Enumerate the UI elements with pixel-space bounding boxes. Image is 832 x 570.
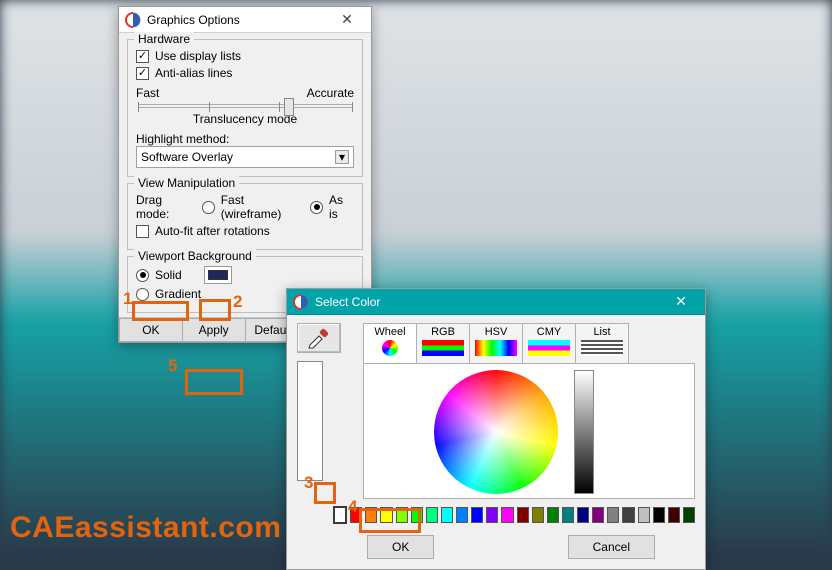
callout-2: 2: [233, 292, 242, 312]
callout-4: 4: [348, 497, 357, 517]
tab-list[interactable]: List: [575, 323, 629, 363]
abaqus-icon: [293, 294, 309, 310]
list-icon: [581, 340, 623, 356]
tab-cmy[interactable]: CMY: [522, 323, 576, 363]
accurate-label: Accurate: [307, 86, 354, 100]
solid-label: Solid: [155, 268, 182, 282]
color-wheel[interactable]: [434, 370, 558, 494]
chevron-down-icon: ▾: [335, 150, 349, 164]
callout-5: 5: [168, 356, 177, 376]
swatch[interactable]: [333, 506, 347, 524]
drag-fast-radio[interactable]: [202, 201, 215, 214]
tab-hsv[interactable]: HSV: [469, 323, 523, 363]
swatch[interactable]: [592, 507, 604, 523]
tab-rgb[interactable]: RGB: [416, 323, 470, 363]
close-icon[interactable]: ✕: [663, 292, 699, 312]
use-display-lists-label: Use display lists: [155, 49, 241, 63]
value-bar[interactable]: [574, 370, 594, 494]
swatch[interactable]: [532, 507, 544, 523]
select-color-cancel-button[interactable]: Cancel: [568, 535, 655, 559]
select-color-titlebar: Select Color ✕: [287, 289, 705, 315]
autofit-checkbox[interactable]: [136, 225, 149, 238]
gradient-radio[interactable]: [136, 288, 149, 301]
swatch[interactable]: [441, 507, 453, 523]
color-preview: [297, 361, 323, 481]
solid-color-button[interactable]: [204, 266, 232, 284]
fast-label: Fast: [136, 86, 159, 100]
swatch[interactable]: [501, 507, 513, 523]
callout-1: 1: [123, 289, 132, 309]
hardware-legend: Hardware: [134, 32, 194, 46]
swatch[interactable]: [426, 507, 438, 523]
drag-fast-label: Fast (wireframe): [221, 193, 305, 221]
translucency-slider[interactable]: [138, 104, 352, 108]
abaqus-icon: [125, 12, 141, 28]
anti-alias-checkbox[interactable]: [136, 67, 149, 80]
swatch[interactable]: [653, 507, 665, 523]
swatch[interactable]: [607, 507, 619, 523]
swatch[interactable]: [517, 507, 529, 523]
select-color-window: Select Color ✕ Wheel RGB HSV: [286, 288, 706, 570]
select-color-ok-button[interactable]: OK: [367, 535, 434, 559]
anti-alias-label: Anti-alias lines: [155, 66, 232, 80]
hardware-group: Hardware Use display lists Anti-alias li…: [127, 39, 363, 177]
wheel-panel: [363, 363, 695, 499]
tab-wheel[interactable]: Wheel: [363, 323, 417, 363]
gradient-label: Gradient: [155, 287, 201, 301]
swatch[interactable]: [622, 507, 634, 523]
view-manipulation-group: View Manipulation Drag mode: Fast (wiref…: [127, 183, 363, 250]
autofit-label: Auto-fit after rotations: [155, 224, 270, 238]
swatch[interactable]: [471, 507, 483, 523]
rgb-icon: [422, 340, 464, 356]
ok-button[interactable]: OK: [119, 318, 182, 342]
view-legend: View Manipulation: [134, 176, 239, 190]
hsv-icon: [475, 340, 517, 356]
watermark: CAEassistant.com: [10, 511, 281, 545]
callout-3: 3: [304, 473, 313, 493]
wheel-icon: [382, 340, 398, 356]
highlight-method-label: Highlight method:: [136, 132, 354, 146]
swatch[interactable]: [668, 507, 680, 523]
graphics-titlebar: Graphics Options ✕: [119, 7, 371, 33]
swatch[interactable]: [547, 507, 559, 523]
drag-mode-label: Drag mode:: [136, 193, 196, 221]
highlight-method-value: Software Overlay: [141, 150, 233, 164]
translucency-mode-label: Translucency mode: [136, 112, 354, 126]
close-icon[interactable]: ✕: [329, 10, 365, 30]
drag-asis-radio[interactable]: [310, 201, 323, 214]
swatch[interactable]: [411, 507, 423, 523]
cmy-icon: [528, 340, 570, 356]
highlight-method-dropdown[interactable]: Software Overlay ▾: [136, 146, 354, 168]
eyedropper-button[interactable]: [297, 323, 341, 353]
swatch[interactable]: [562, 507, 574, 523]
use-display-lists-checkbox[interactable]: [136, 50, 149, 63]
select-color-title: Select Color: [315, 295, 663, 309]
solid-radio[interactable]: [136, 269, 149, 282]
apply-button[interactable]: Apply: [182, 318, 245, 342]
swatch[interactable]: [486, 507, 498, 523]
drag-asis-label: As is: [329, 193, 354, 221]
viewport-legend: Viewport Background: [134, 249, 256, 263]
swatch-row: [333, 507, 695, 525]
swatch[interactable]: [396, 507, 408, 523]
swatch[interactable]: [683, 507, 695, 523]
swatch[interactable]: [638, 507, 650, 523]
eyedropper-icon: [306, 327, 332, 349]
swatch[interactable]: [456, 507, 468, 523]
swatch[interactable]: [380, 507, 392, 523]
color-tabs: Wheel RGB HSV CMY List: [363, 323, 695, 363]
swatch[interactable]: [577, 507, 589, 523]
swatch[interactable]: [365, 507, 377, 523]
graphics-title: Graphics Options: [147, 13, 329, 27]
